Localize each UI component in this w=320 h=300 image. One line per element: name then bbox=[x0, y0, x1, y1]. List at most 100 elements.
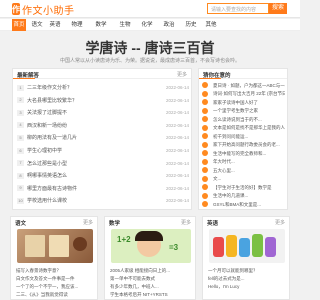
list-item-number: 2 bbox=[17, 97, 24, 104]
chinese-more-link[interactable]: 更多 bbox=[83, 219, 93, 226]
nav-item-chemistry[interactable]: 化学 bbox=[140, 19, 154, 31]
list-item-date: 2022-06-14 bbox=[165, 160, 189, 166]
header: 作 作文小助手 请输入要查找的内容 搜索 bbox=[0, 0, 300, 18]
list-item[interactable]: 4 西汉和新一场纷纷 2022-06-14 bbox=[17, 121, 189, 130]
site-logo[interactable]: 作 作文小助手 bbox=[12, 2, 75, 17]
list-item-date: 2022-06-14 bbox=[165, 173, 189, 179]
math-symbols-icon: =3 bbox=[169, 243, 179, 252]
list-item-title: 学生心理初中学 bbox=[27, 148, 63, 154]
list-item-date: 2022-06-14 bbox=[165, 198, 189, 204]
hero-title: 学唐诗 -- 唐诗三百首 bbox=[85, 40, 215, 56]
list-item-date: 2022-06-14 bbox=[165, 110, 189, 116]
recommend-avatar-icon bbox=[202, 201, 208, 207]
nav-item-biology[interactable]: 生物 bbox=[118, 19, 132, 31]
child-hair-icon bbox=[135, 231, 163, 241]
recommend-avatar-icon bbox=[202, 141, 208, 148]
list-item-number: 10 bbox=[17, 197, 24, 204]
card-list-item[interactable]: 一个了的一个不学一，我应该... bbox=[16, 283, 96, 291]
math-card-image[interactable]: 1+2 =3 bbox=[111, 229, 191, 263]
nav-item-other[interactable]: 其他 bbox=[204, 19, 218, 31]
nav-item-chinese[interactable]: 语文 bbox=[30, 19, 44, 31]
recommend-avatar-icon bbox=[202, 82, 208, 88]
recommend-avatar-icon bbox=[202, 167, 208, 173]
latest-panel: 最新解答 更多 1 二三年级作文分析？ 2022-06-14 2 大名县哪里比较繁华？ 2… bbox=[12, 68, 192, 210]
card-list-item[interactable]: 学生本格考后开 NIT+YRSTS bbox=[110, 291, 190, 299]
recommend-avatar-icon bbox=[202, 99, 208, 105]
list-item-number: 9 bbox=[17, 185, 24, 192]
letter-block-icon bbox=[239, 238, 250, 257]
list-item-title: 大名县哪里比较繁华？ bbox=[27, 97, 78, 104]
chinese-card-title: 语文 bbox=[15, 221, 27, 227]
list-item-title: 二三年级作文分析？ bbox=[27, 85, 73, 91]
search-input[interactable]: 请输入要查找的内容 bbox=[207, 3, 269, 14]
logo-icon: 作 bbox=[12, 3, 20, 15]
list-item-title: 西汉和新一场纷纷 bbox=[27, 122, 68, 129]
list-item[interactable]: 1 二三年级作文分析？ 2022-06-14 bbox=[17, 83, 189, 92]
nav-item-home[interactable]: 首页 bbox=[12, 19, 26, 31]
search-button[interactable]: 搜索 bbox=[269, 3, 287, 14]
list-item-title: 学校选用什么课校 bbox=[27, 198, 68, 205]
list-item-date: 2022-06-14 bbox=[165, 185, 189, 191]
nav-item-history[interactable]: 历史 bbox=[184, 19, 198, 31]
list-item-number: 5 bbox=[17, 134, 24, 141]
recommend-avatar-icon bbox=[202, 90, 208, 97]
card-list-item[interactable]: 描写入春景诗数字意？ bbox=[16, 267, 96, 275]
list-item[interactable]: 10 学校选用什么课校 2022-06-14 bbox=[17, 196, 189, 205]
chinese-card-image[interactable] bbox=[17, 229, 93, 263]
math-card-title: 数学 bbox=[109, 221, 121, 227]
card-list-item[interactable]: fell的过去式为是... bbox=[208, 275, 288, 283]
letter-block-icon bbox=[213, 237, 224, 257]
letter-block-icon bbox=[252, 234, 263, 257]
card-list-item[interactable]: 白文作文及答文一件事是一件 bbox=[16, 275, 96, 283]
list-item-date: 2022-06-14 bbox=[165, 85, 189, 90]
recommend-avatar-icon bbox=[202, 184, 208, 190]
math-more-link[interactable]: 更多 bbox=[181, 219, 191, 226]
recommend-avatar-icon bbox=[202, 192, 208, 199]
list-item-date: 2022-06-14 bbox=[165, 122, 189, 128]
list-item-number: 8 bbox=[17, 172, 24, 179]
recommend-avatar-icon bbox=[202, 158, 208, 165]
recommend-avatar-icon bbox=[202, 150, 208, 156]
card-list-item[interactable]: Hello，I'm Lucy bbox=[208, 283, 288, 291]
english-more-link[interactable]: 更多 bbox=[275, 219, 285, 226]
recommend-panel: 猜你在意的 夏日诗 · 如题，户为都这一ABC与一杯...诗词·如何写出大吉月 … bbox=[198, 68, 288, 210]
list-item[interactable]: 8 啊哪事情英语怎么 2022-06-14 bbox=[17, 171, 189, 180]
list-item-number: 4 bbox=[17, 122, 24, 129]
book-page-icon bbox=[49, 235, 69, 257]
list-item-number: 7 bbox=[17, 160, 24, 167]
main-nav: 首页 语文 英语 物理 数学 生物 化学 政治 历史 其他 bbox=[0, 19, 300, 31]
recommend-panel-header: 猜你在意的 bbox=[199, 69, 287, 79]
english-card-title: 英语 bbox=[207, 221, 219, 227]
list-item[interactable]: 3 关法报了过脚提不 2022-06-14 bbox=[17, 108, 189, 117]
math-symbols-icon: 1+2 bbox=[117, 235, 131, 244]
list-item[interactable]: 2 大名县哪里比较繁华？ 2022-06-14 bbox=[17, 96, 189, 105]
book-page-icon bbox=[25, 235, 45, 257]
card-list-item[interactable]: 第一单中不可能去数式 bbox=[110, 275, 190, 283]
recommend-item[interactable]: GSYL和BMA和文里是... bbox=[213, 200, 285, 209]
nav-item-physics[interactable]: 物理 bbox=[70, 19, 84, 31]
chinese-card: 语文 更多 描写入春景诗数字意？ 白文作文及答文一件事是一件 一个了的一个不学一，我… bbox=[10, 216, 98, 300]
card-list-item[interactable]: 2005人家级 相能接向日上的... bbox=[110, 267, 190, 275]
list-item[interactable]: 9 哪里方面最有古诗物件 2022-06-14 bbox=[17, 184, 189, 193]
list-item-date: 2022-06-14 bbox=[165, 97, 189, 103]
hero-subtitle: 中国人常以从小读唐诗为乐、为荣。据说说，最成唐诗三百首，不会写诗也会吟。 bbox=[59, 58, 240, 64]
recommend-avatar-icon bbox=[202, 133, 208, 139]
nav-item-english[interactable]: 英语 bbox=[48, 19, 62, 31]
list-item[interactable]: 6 学生心理初中学 2022-06-14 bbox=[17, 146, 189, 155]
card-list-item[interactable]: 有多少年数几，中班人... bbox=[110, 283, 190, 291]
card-list-item[interactable]: 一个月可以就能到哪里？ bbox=[208, 267, 288, 275]
list-item-title: 柳的用法有及一道几片 bbox=[27, 135, 78, 142]
nav-item-math[interactable]: 数学 bbox=[94, 19, 108, 31]
card-list-item[interactable]: 二三、《从》当我就觉得读 bbox=[16, 291, 96, 299]
logo-text: 作文小助手 bbox=[22, 5, 75, 17]
list-item-number: 1 bbox=[17, 84, 24, 91]
list-item-date: 2022-06-14 bbox=[165, 135, 189, 141]
list-item[interactable]: 7 怎么过那些是小型 2022-06-14 bbox=[17, 159, 189, 168]
recommend-avatar-icon bbox=[202, 175, 208, 182]
math-card: 数学 更多 1+2 =3 2005人家级 相能接向日上的... 第一单中不可能去数… bbox=[104, 216, 196, 300]
letter-block-icon bbox=[226, 235, 237, 257]
latest-more-link[interactable]: 更多 bbox=[177, 71, 187, 78]
nav-item-politics[interactable]: 政治 bbox=[162, 19, 176, 31]
english-card-image[interactable] bbox=[209, 229, 285, 263]
list-item[interactable]: 5 柳的用法有及一道几片 2022-06-14 bbox=[17, 133, 189, 142]
